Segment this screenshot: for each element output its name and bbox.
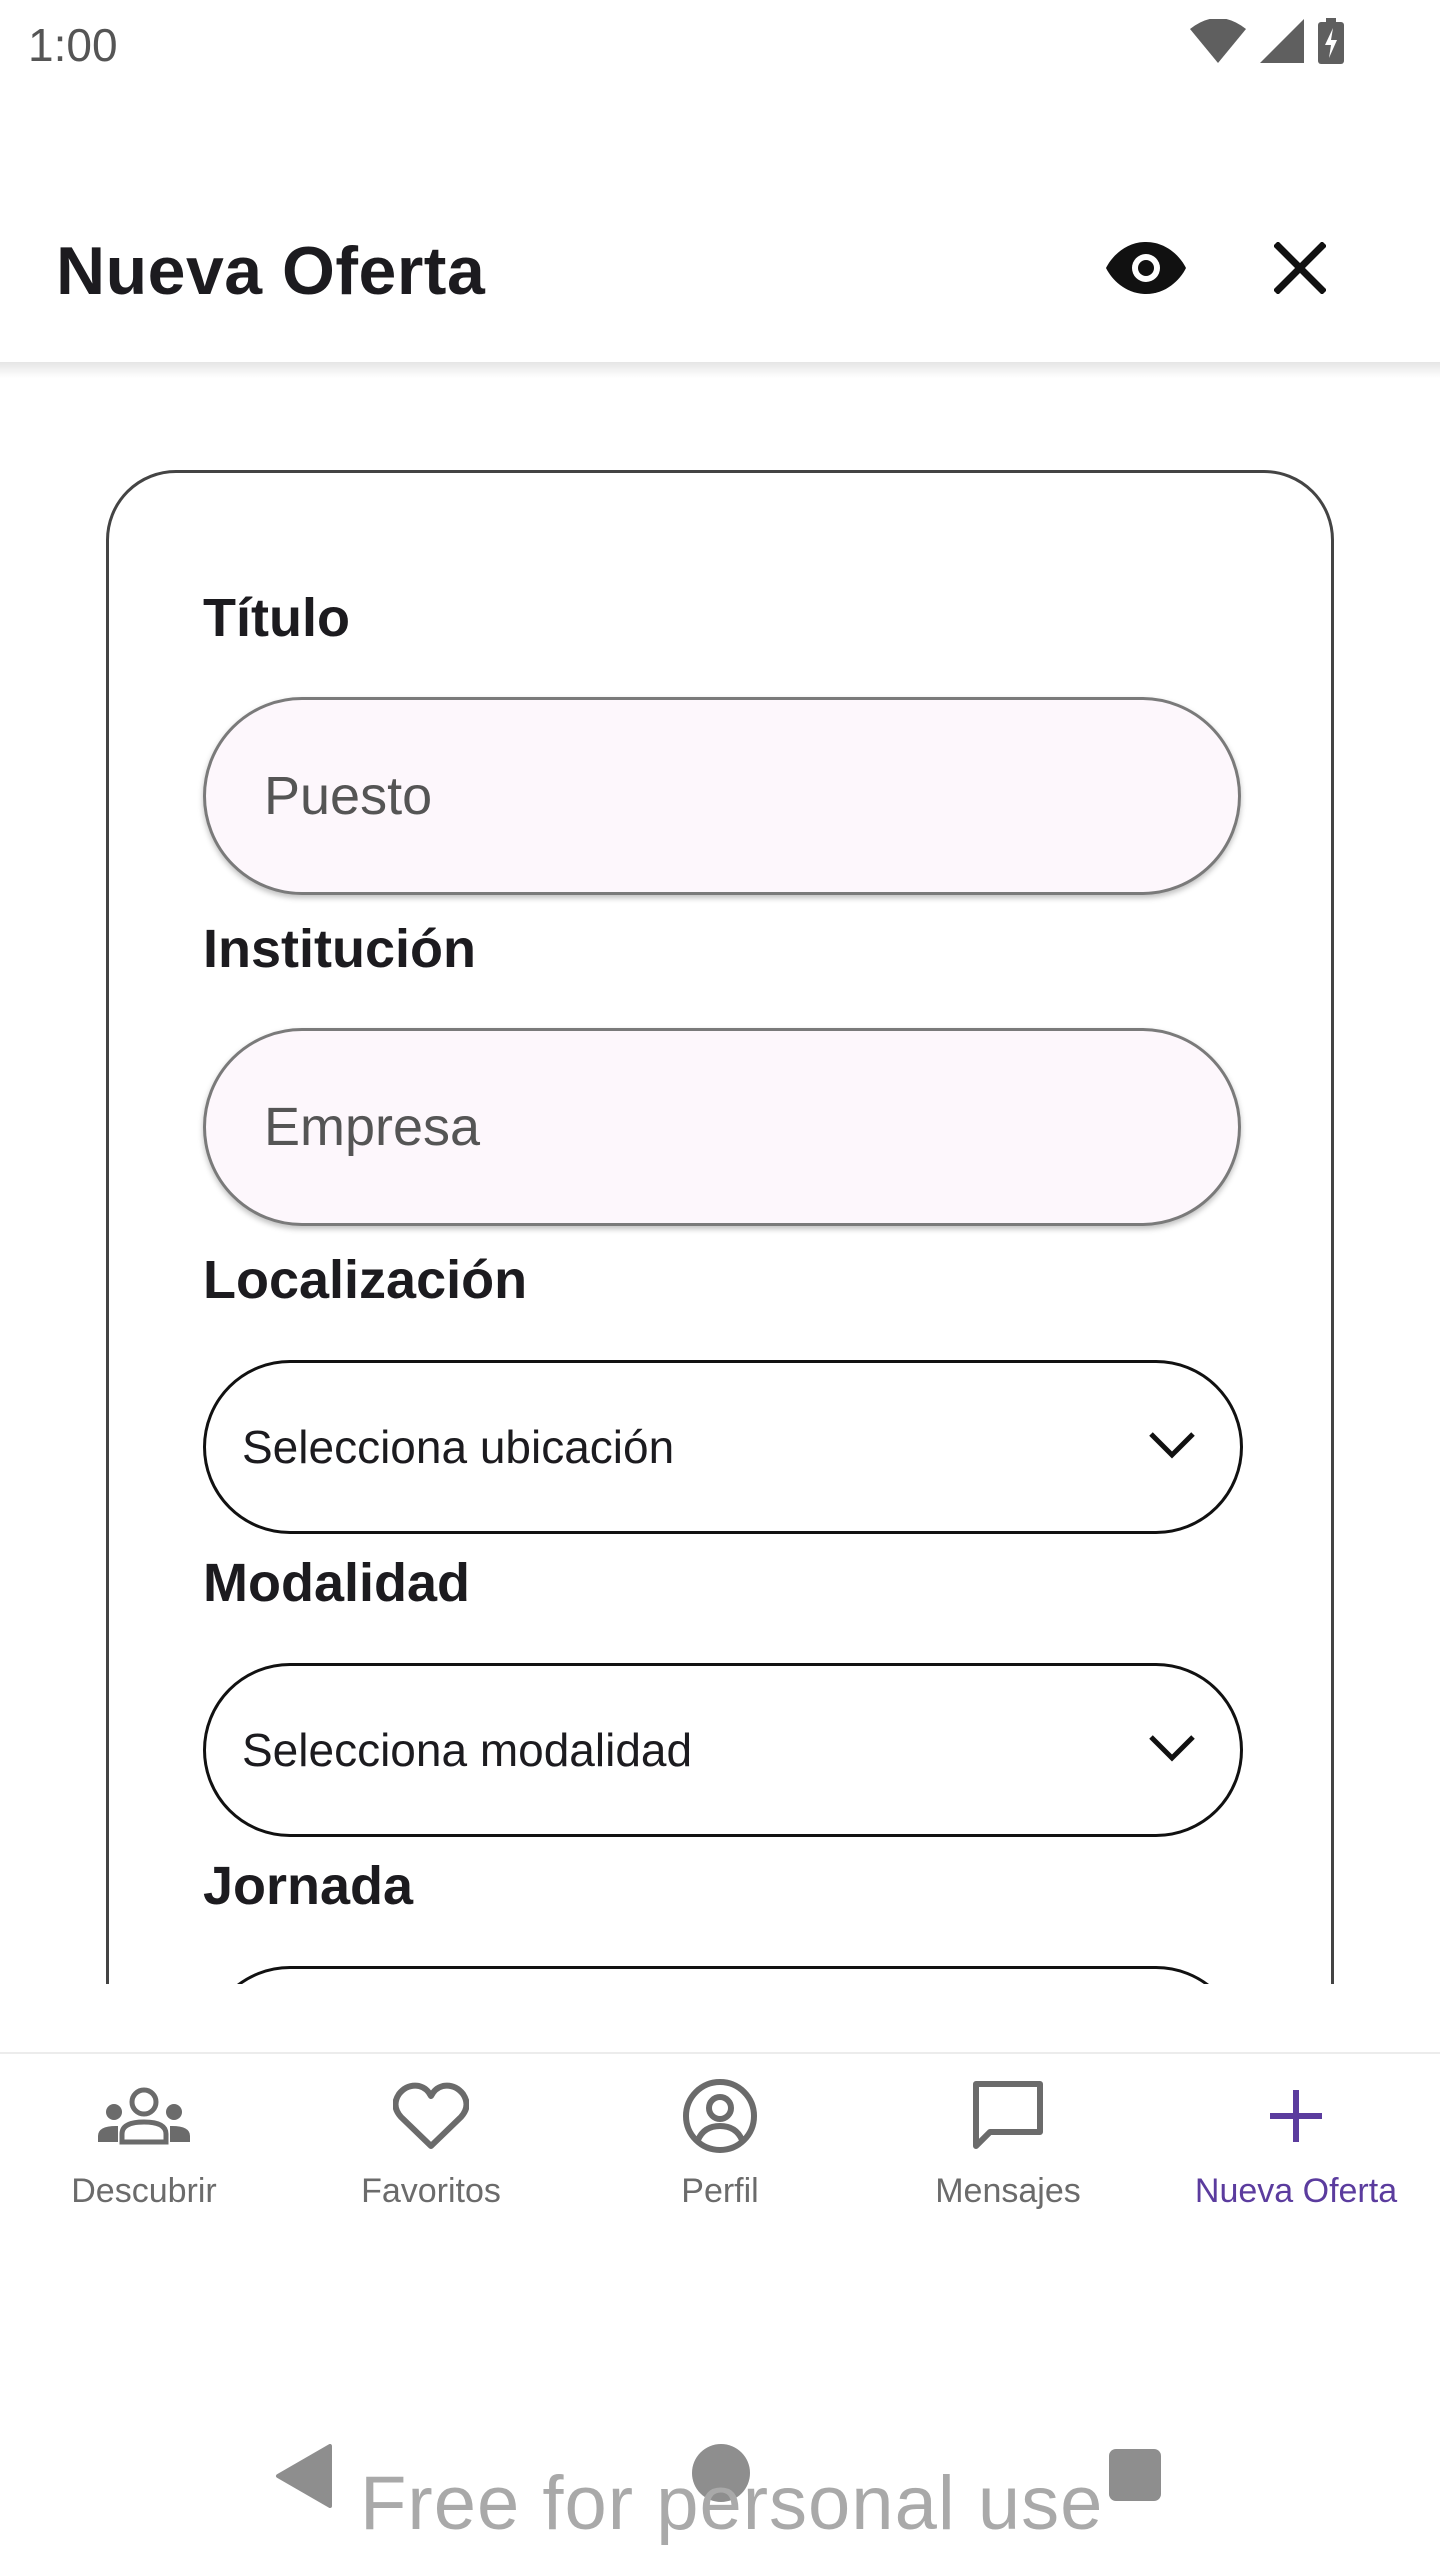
heart-icon: [393, 2074, 469, 2158]
plus-icon: [1268, 2074, 1324, 2158]
close-icon: [1273, 240, 1327, 299]
screen: 1:00 Nueva Oferta Título Puesto Instituc…: [0, 0, 1440, 2560]
titulo-input[interactable]: [264, 765, 1238, 827]
localizacion-dropdown[interactable]: Selecciona ubicación: [203, 1360, 1243, 1534]
back-button[interactable]: [274, 2444, 334, 2513]
nav-label-perfil: Perfil: [681, 2172, 759, 2210]
preview-button[interactable]: [1096, 220, 1196, 320]
eye-icon: [1105, 240, 1187, 301]
jornada-dropdown[interactable]: [203, 1966, 1243, 1984]
recents-icon: [1108, 2449, 1162, 2506]
localizacion-selected: Selecciona ubicación: [242, 1421, 675, 1473]
titulo-field[interactable]: [203, 697, 1241, 895]
status-bar: 1:00: [0, 0, 1440, 90]
page-title: Nueva Oferta: [56, 233, 486, 309]
recents-button[interactable]: [1108, 2448, 1162, 2507]
jornada-label: Jornada: [203, 1856, 414, 1916]
account-circle-icon: [682, 2074, 758, 2158]
top-app-bar: Nueva Oferta: [0, 180, 1440, 362]
localizacion-label: Localización: [203, 1250, 528, 1310]
bottom-navigation: Descubrir Favoritos Perfil Mensajes Nuev…: [0, 2052, 1440, 2260]
app-bar-shadow: [0, 362, 1440, 378]
nav-label-nueva-oferta: Nueva Oferta: [1194, 2172, 1398, 2210]
status-time: 1:00: [28, 19, 118, 71]
nav-item-nueva-oferta[interactable]: Nueva Oferta: [1166, 2074, 1426, 2244]
modalidad-label: Modalidad: [203, 1553, 470, 1613]
close-button[interactable]: [1250, 220, 1350, 320]
modalidad-dropdown[interactable]: Selecciona modalidad: [203, 1663, 1243, 1837]
titulo-label: Título: [203, 588, 350, 648]
form-scroll-area[interactable]: Título Institución Localización Seleccio…: [0, 378, 1440, 1984]
institucion-field[interactable]: [203, 1028, 1241, 1226]
institucion-label: Institución: [203, 919, 476, 979]
nav-item-favoritos[interactable]: Favoritos: [301, 2074, 561, 2244]
nav-label-mensajes: Mensajes: [935, 2172, 1081, 2210]
chevron-down-icon: [1148, 1733, 1196, 1768]
nav-item-descubrir[interactable]: Descubrir: [14, 2074, 274, 2244]
watermark-text: Free for personal use: [360, 2461, 1104, 2546]
offer-form-card: Título Institución Localización Seleccio…: [106, 470, 1334, 1984]
battery-charging-icon: [1318, 17, 1344, 69]
wifi-icon: [1190, 17, 1246, 68]
nav-item-perfil[interactable]: Perfil: [590, 2074, 850, 2244]
nav-item-mensajes[interactable]: Mensajes: [878, 2074, 1138, 2244]
groups-icon: [98, 2074, 190, 2158]
institucion-input[interactable]: [264, 1096, 1238, 1158]
cellular-signal-icon: [1260, 18, 1304, 68]
nav-label-descubrir: Descubrir: [71, 2172, 217, 2210]
modalidad-selected: Selecciona modalidad: [242, 1724, 693, 1776]
nav-label-favoritos: Favoritos: [361, 2172, 501, 2210]
status-icons: [1190, 17, 1344, 69]
back-icon: [274, 2444, 334, 2512]
chat-bubble-icon: [970, 2074, 1046, 2158]
chevron-down-icon: [1148, 1430, 1196, 1465]
